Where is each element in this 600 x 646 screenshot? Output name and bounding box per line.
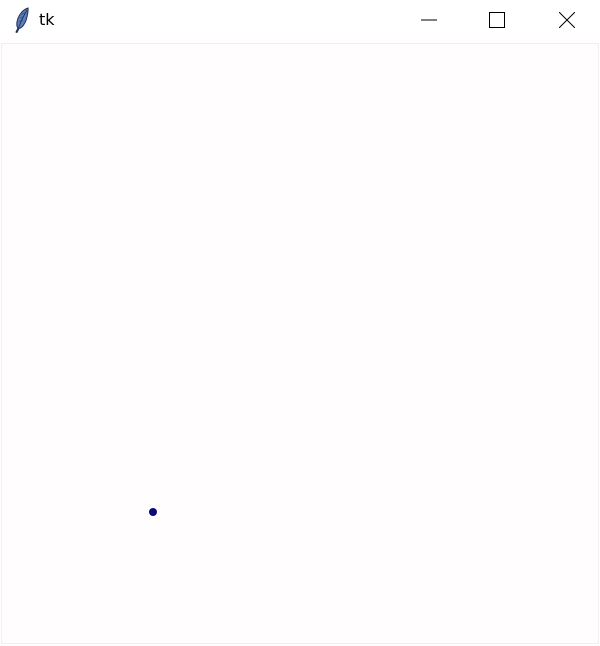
canvas-dot [149,508,157,516]
window-title: tk [39,10,55,29]
tk-window: tk [0,0,600,646]
feather-icon [12,7,32,34]
maximize-icon [489,12,505,28]
close-icon [559,12,575,28]
drawing-canvas[interactable] [1,43,599,644]
minimize-button[interactable] [394,0,464,40]
title-bar[interactable]: tk [0,0,600,40]
maximize-button[interactable] [462,0,532,40]
minimize-icon [421,12,437,28]
close-button[interactable] [532,0,600,40]
